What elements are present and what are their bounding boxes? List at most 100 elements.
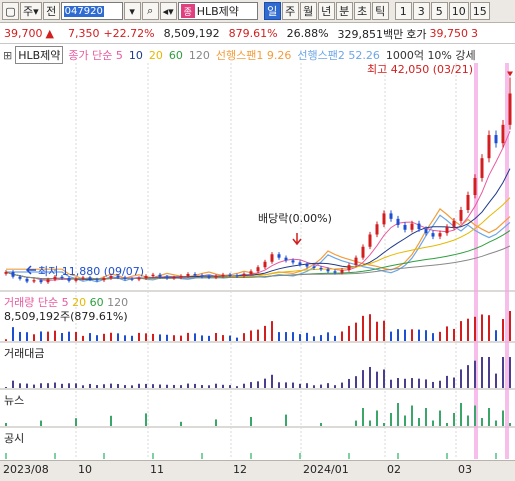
candle-body [151,274,155,277]
period-button[interactable]: 분 [335,2,353,20]
volume-bar [180,335,182,341]
low-arrow-icon [25,265,36,275]
volume-bar [124,335,126,341]
period-button[interactable]: 초 [353,2,371,20]
amount-bar [362,370,364,388]
amount-bar [12,380,14,388]
search-icon[interactable]: ⌕ [141,2,159,20]
period-button[interactable]: 월 [299,2,317,20]
amount-bar [229,385,231,388]
amount-bar [341,382,343,388]
volume-bar [236,337,238,341]
disclosure-bar [446,453,448,459]
candle-body [4,271,8,274]
amount-bar [292,382,294,388]
candle-body [459,209,463,221]
amount-bar [474,360,476,388]
candle-body [200,275,204,277]
period-buttons: 일주월년분초틱 [263,2,389,20]
legend-ma10: 10 [128,48,143,62]
candle-body [501,124,505,144]
disclosure-bar [397,453,399,459]
news-bar [110,415,112,426]
candle-body [410,223,414,230]
legend-stock-name: HLB제약 [15,46,64,64]
volume-bar [474,316,476,341]
chart-type-icon[interactable]: ▢ [2,2,19,20]
chart-canvas[interactable] [0,45,515,460]
amount-bar [334,385,336,388]
amount-bar [152,384,154,388]
amount-bar [432,381,434,388]
volume-bar [243,333,245,341]
disclosure-bar [250,453,252,459]
period-button[interactable]: 일 [263,2,281,20]
volume-bar [369,314,371,341]
interval-button[interactable]: 15 [469,2,490,20]
volume-bar [348,325,350,341]
volume-bar [54,330,56,341]
news-bar [390,413,392,426]
amount-bar [348,378,350,388]
news-bar [180,421,182,426]
amount-bar [425,379,427,388]
news-bar [369,420,371,426]
amount-bar [89,383,91,388]
interval-button[interactable]: 5 [430,2,448,20]
period-button[interactable]: 주 [281,2,299,20]
price-change: 7,350 [67,27,100,40]
turnover-rate: 26.88% [286,27,329,40]
candle-body [277,254,281,258]
interval-button[interactable]: 1 [394,2,412,20]
amount-bar [187,383,189,388]
volume-bar [446,326,448,341]
type-select[interactable]: 주 ▾ [20,2,42,20]
news-bar [453,413,455,426]
volume-value-label: 8,509,192주(879.61%) [4,310,128,323]
candle-body [417,223,421,230]
disclosure-bar [348,453,350,459]
volume-bar [68,331,70,341]
amount-bar [201,385,203,388]
candle-body [291,260,295,263]
code-dropdown-icon[interactable]: ▾ [123,2,141,20]
amount-bar [82,385,84,388]
sheet-button[interactable]: 전 [42,2,60,20]
amount-bar [96,385,98,388]
amount-bar [383,369,385,388]
volume-bar [5,339,7,341]
amount-bar [453,377,455,388]
high-annotation: 최고 42,050 (03/21) [367,63,474,76]
news-bar [285,414,287,426]
candle-body [242,274,246,277]
stock-name-field[interactable]: 종 HLB제약 [177,2,258,20]
interval-button[interactable]: 3 [412,2,430,20]
speaker-icon[interactable]: ◂▾ [159,2,177,20]
legend-span1: 선행스팬1 9.26 [215,49,292,62]
chart-area[interactable]: ⊞ HLB제약 종가 단순 5 10 20 60 120 선행스팬1 9.26 … [0,45,515,481]
news-bar [418,418,420,426]
candle-body [235,275,239,277]
volume-bar [299,334,301,341]
candle-body [179,276,183,278]
volume-bar [131,335,133,341]
volume-bar [495,330,497,341]
legend-ma20: 20 [148,48,163,62]
candle-body [263,261,267,268]
amount-bar [145,383,147,388]
disclosure-bar [152,453,154,459]
stock-code-input[interactable]: 047920 [60,2,123,20]
volume-bar [320,335,322,341]
interval-button[interactable]: 10 [448,2,469,20]
period-button[interactable]: 년 [317,2,335,20]
volume-bar [488,315,490,341]
news-bar [467,415,469,426]
amount-bar [355,376,357,388]
period-button[interactable]: 틱 [371,2,389,20]
amount-bar [397,378,399,388]
candle-body [375,224,379,235]
amount-bar [173,384,175,388]
disclosure-bar [103,453,105,459]
x-tick: 12 [233,463,247,476]
volume-bar [383,320,385,341]
